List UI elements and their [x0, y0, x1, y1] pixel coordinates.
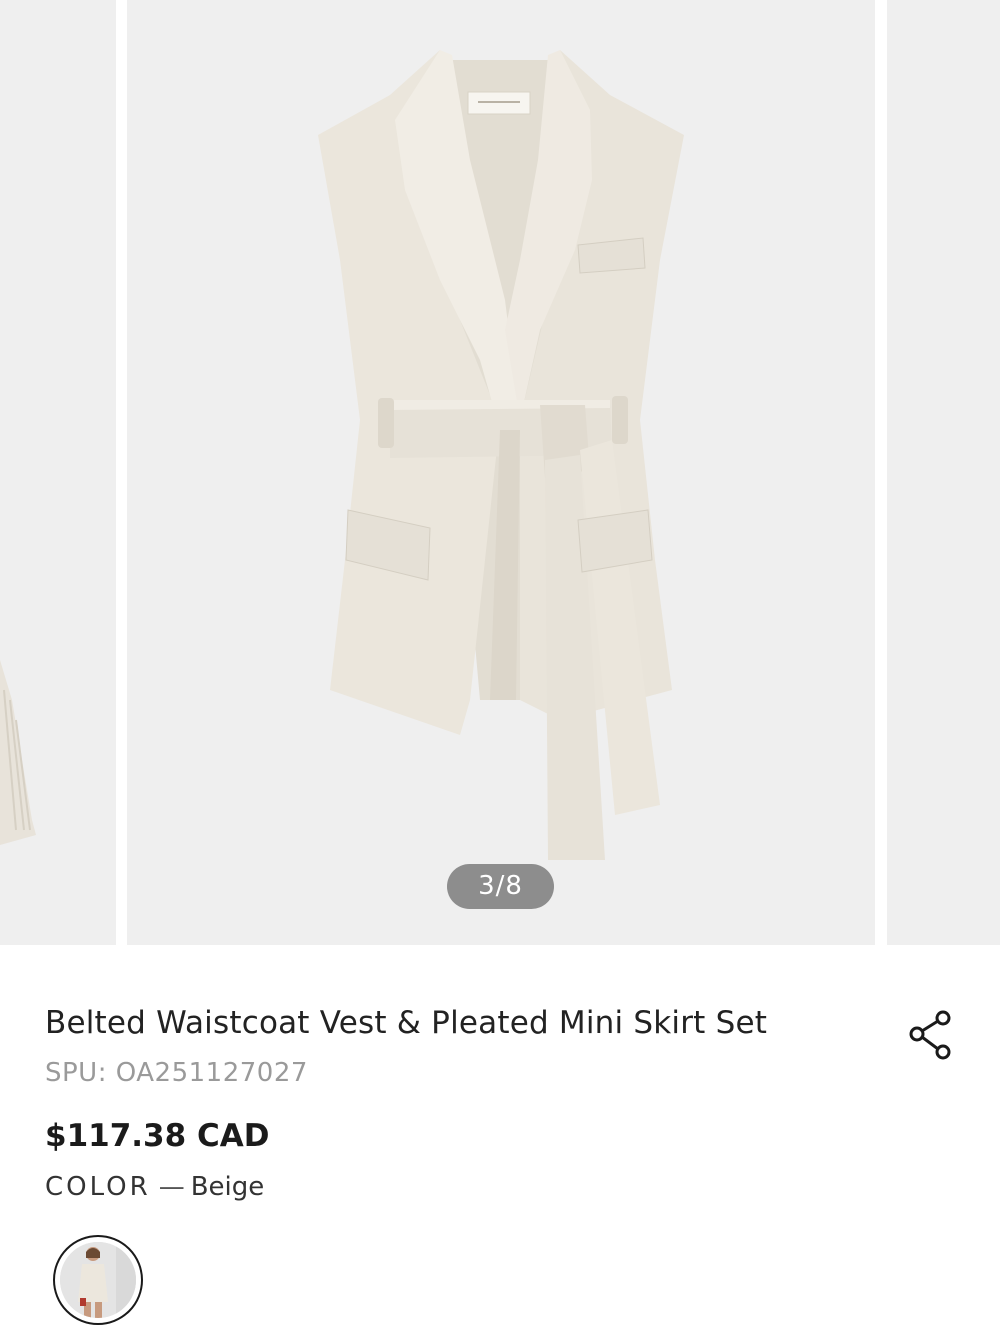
image-counter: 3/8 [447, 864, 554, 909]
color-value: Beige [190, 1172, 265, 1202]
product-price: $117.38 CAD [45, 1118, 270, 1154]
product-spu: SPU: OA251127027 [45, 1058, 308, 1088]
product-photo-vest [127, 0, 875, 945]
product-image-gallery[interactable]: 3/8 [0, 0, 1000, 945]
product-title: Belted Waistcoat Vest & Pleated Mini Ski… [45, 1005, 768, 1041]
color-selection-label: COLOR — Beige [45, 1172, 264, 1202]
color-label: COLOR [45, 1172, 151, 1202]
color-swatch-thumbnail [60, 1242, 136, 1318]
share-icon [909, 1010, 951, 1060]
gallery-slide-previous[interactable] [0, 0, 116, 945]
share-button[interactable] [907, 1006, 955, 1062]
color-swatch-beige[interactable] [53, 1235, 143, 1325]
color-separator: — [158, 1172, 185, 1202]
gallery-slide-current[interactable]: 3/8 [127, 0, 875, 945]
gallery-slide-next[interactable] [887, 0, 1000, 945]
